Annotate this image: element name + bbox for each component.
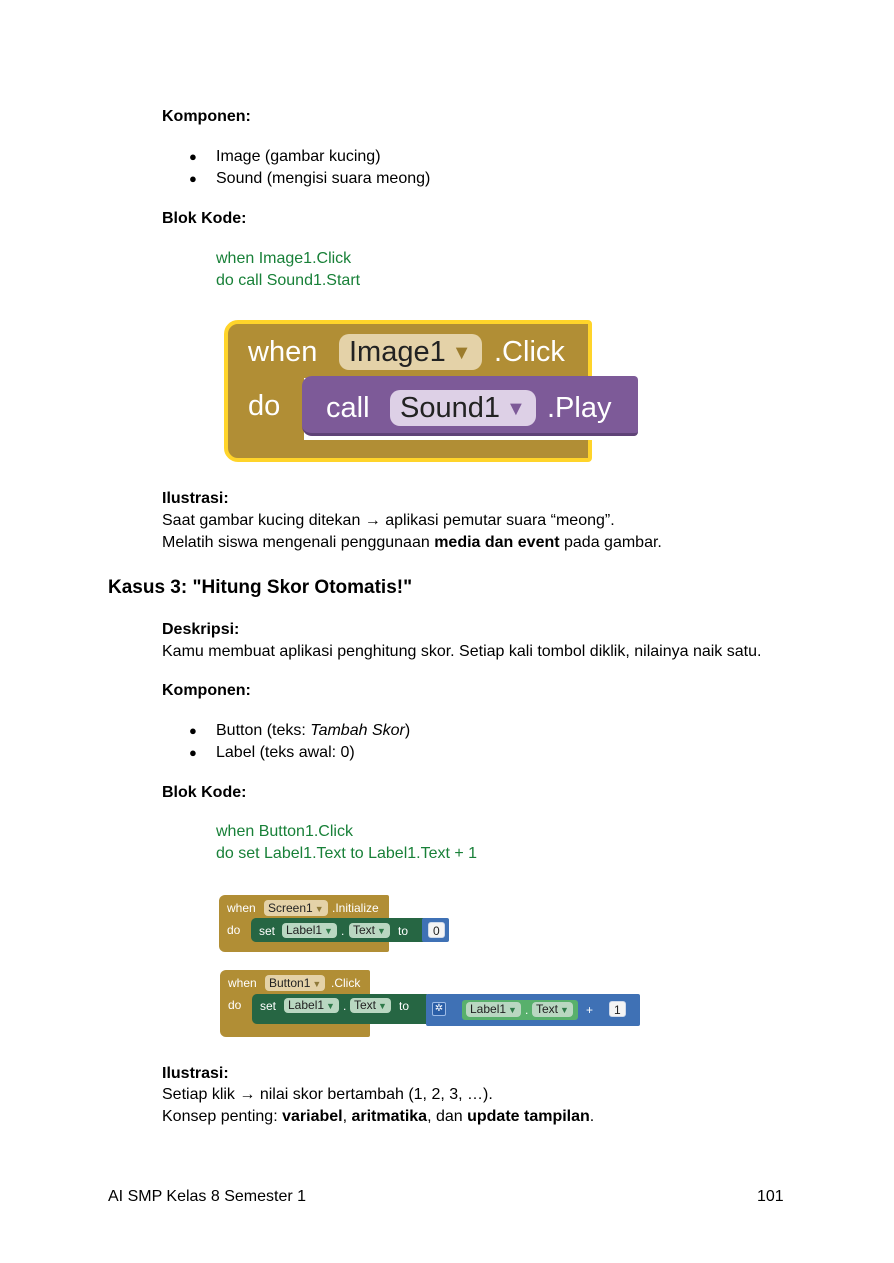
list-item: Button (teks: Tambah Skor) [162, 720, 410, 742]
dropdown-arrow-icon: ▼ [324, 926, 333, 936]
list-item: Image (gambar kucing) [162, 146, 430, 168]
code-line: do set Label1.Text to Label1.Text + 1 [216, 845, 478, 862]
dropdown-arrow-icon: ▼ [560, 1005, 569, 1015]
list-item: Label (teks awal: 0) [162, 742, 410, 764]
code-line: when Image1.Click [216, 250, 352, 267]
event-name: .Initialize [332, 901, 379, 915]
dropdown-arrow-icon: ▼ [314, 904, 324, 914]
description-label: Deskripsi: [162, 621, 240, 638]
list-item: Sound (mengisi suara meong) [162, 168, 430, 190]
when-keyword: when [227, 901, 256, 915]
to-keyword: to [399, 999, 410, 1013]
illustration-label: Ilustrasi: [162, 490, 229, 507]
when-image-click-block: when Image1 ▼ .Click do call Sound1 ▼ .Pla… [224, 320, 644, 465]
target-dropdown: Label1 ▼ [282, 923, 337, 938]
components-list: Image (gambar kucing) Sound (mengisi sua… [162, 146, 430, 190]
dot: . [343, 999, 347, 1013]
dot: . [341, 924, 345, 938]
method-name: .Play [547, 392, 612, 424]
component-dropdown: Button1 ▼ [265, 975, 326, 991]
sound-dropdown: Sound1 ▼ [390, 390, 536, 426]
call-keyword: call [326, 392, 370, 424]
gear-icon: ✲ [432, 1002, 446, 1016]
section-heading: Kasus 3: "Hitung Skor Otomatis!" [108, 577, 413, 598]
code-line: do call Sound1.Start [216, 272, 361, 289]
do-keyword: do [228, 998, 242, 1012]
do-keyword: do [227, 923, 241, 937]
dropdown-arrow-icon: ▼ [451, 342, 472, 364]
when-keyword: when [228, 976, 257, 990]
event-name: .Click [331, 976, 361, 990]
code-label: Blok Kode: [162, 210, 247, 227]
components-list: Button (teks: Tambah Skor) Label (teks a… [162, 720, 410, 764]
components-label: Komponen: [162, 108, 251, 125]
to-keyword: to [398, 924, 409, 938]
screen-initialize-block: when Screen1 ▼ .Initialize do set Label1 ▼… [219, 895, 459, 955]
dropdown-arrow-icon: ▼ [506, 398, 526, 420]
set-keyword: set [260, 999, 277, 1013]
page-number: 101 [757, 1188, 784, 1205]
event-name: .Click [494, 336, 565, 368]
dot: . [525, 1003, 529, 1017]
illustration-label: Ilustrasi: [162, 1065, 229, 1082]
illustration-text: Melatih siswa mengenali penggunaan media… [162, 534, 662, 551]
illustration-text: Saat gambar kucing ditekan → aplikasi pe… [162, 512, 615, 529]
code-line: when Button1.Click [216, 823, 353, 840]
number-value: 1 [609, 1001, 626, 1017]
dropdown-arrow-icon: ▼ [326, 1001, 335, 1011]
concept-text: Konsep penting: variabel, aritmatika, da… [162, 1108, 595, 1125]
illustration-text: Setiap klik → nilai skor bertambah (1, 2… [162, 1086, 493, 1103]
number-value: 0 [428, 922, 445, 938]
plus-operator: + [586, 1003, 594, 1017]
code-label: Blok Kode: [162, 784, 247, 801]
components-label: Komponen: [162, 682, 251, 699]
dropdown-arrow-icon: ▼ [377, 926, 386, 936]
property-dropdown: Text ▼ [349, 923, 390, 938]
component-dropdown: Screen1 ▼ [264, 900, 328, 916]
footer-title: AI SMP Kelas 8 Semester 1 [108, 1188, 307, 1205]
get-property-dropdown: Text ▼ [532, 1002, 573, 1017]
property-dropdown: Text ▼ [350, 998, 391, 1013]
dropdown-arrow-icon: ▼ [378, 1001, 387, 1011]
dropdown-arrow-icon: ▼ [508, 1005, 517, 1015]
dropdown-arrow-icon: ▼ [312, 979, 322, 989]
get-component-dropdown: Label1 ▼ [466, 1002, 521, 1017]
component-dropdown: Image1 ▼ [339, 334, 482, 370]
button-click-block: when Button1 ▼ .Click do set Label1 ▼ . Te… [220, 970, 645, 1040]
set-keyword: set [259, 924, 276, 938]
target-dropdown: Label1 ▼ [284, 998, 339, 1013]
do-keyword: do [248, 390, 281, 422]
when-keyword: when [248, 336, 318, 368]
description-text: Kamu membuat aplikasi penghitung skor. S… [162, 643, 762, 660]
